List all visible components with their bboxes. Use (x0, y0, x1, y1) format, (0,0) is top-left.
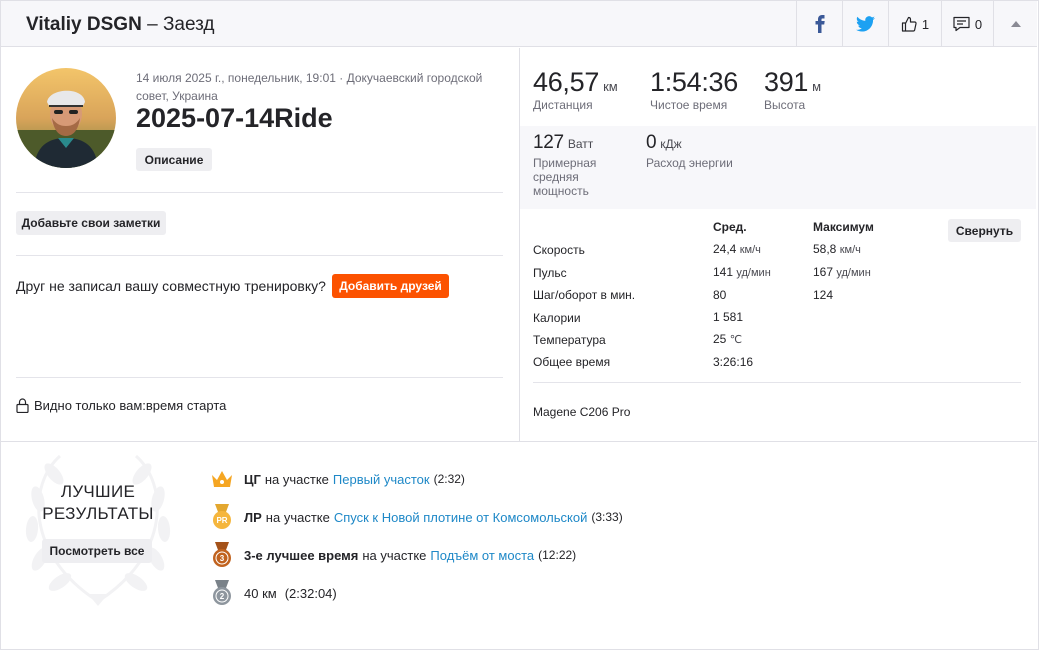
segment-link[interactable]: Спуск к Новой плотине от Комсомольской (334, 510, 588, 525)
page-title: Vitaliy DSGN – Заезд (26, 14, 215, 36)
stat-distance: 46,57 км Дистанция (533, 67, 618, 112)
activity-name: 2025-07-14Ride (136, 103, 333, 133)
comments-button[interactable]: 0 (941, 1, 993, 47)
kudos-button[interactable]: 1 (888, 1, 941, 47)
crown-icon (210, 466, 234, 492)
stat-power: 127 Ватт Примерная средняя мощность (533, 132, 596, 198)
athlete-name-link[interactable]: Vitaliy DSGN (26, 14, 142, 35)
achievement-item: 2 40 км (2:32:04) (210, 580, 337, 606)
lock-icon (16, 398, 29, 413)
add-notes-button[interactable]: Добавьте свои заметки (16, 211, 166, 235)
visibility-note[interactable]: Видно только вам: время старта (16, 398, 226, 413)
row-label: Температура (533, 333, 606, 347)
add-friends-button[interactable]: Добавить друзей (332, 274, 449, 298)
achievement-item: 3 3-е лучшее время на участке Подъём от мо… (210, 542, 576, 568)
distance-label: Дистанция (533, 98, 593, 112)
divider (16, 377, 503, 378)
row-avg: 3:26:16 (713, 355, 754, 369)
column-header-avg: Сред. (713, 220, 747, 234)
row-max: 58,8 км/ч (813, 242, 861, 256)
friend-prompt: Друг не записал вашу совместную трениров… (16, 278, 326, 294)
elevation-label: Высота (764, 98, 806, 112)
row-avg: 25 ℃ (713, 332, 743, 346)
share-twitter-button[interactable] (842, 1, 888, 47)
comments-count: 0 (974, 16, 983, 32)
collapse-header-button[interactable] (993, 1, 1037, 47)
comment-icon (953, 16, 970, 32)
divider (533, 382, 1021, 383)
row-avg: 80 (713, 288, 727, 302)
stat-energy: 0 кДж Расход энергии (646, 132, 733, 170)
twitter-icon (856, 16, 875, 32)
segment-link[interactable]: Подъём от моста (430, 548, 534, 563)
power-label-3: мощность (533, 184, 589, 198)
laurel-wreath-icon (25, 454, 171, 606)
moving-time-value: 1:54:36 (650, 67, 738, 97)
silver-medal-icon: 2 (210, 580, 234, 606)
row-max: 167 уд/мин (813, 265, 871, 279)
stat-moving-time: 1:54:36 Чистое время (650, 67, 738, 112)
see-all-button[interactable]: Посмотреть все (42, 539, 152, 563)
row-avg: 24,4 км/ч (713, 242, 761, 256)
power-label-2: средняя (533, 170, 579, 184)
description-button[interactable]: Описание (136, 148, 212, 171)
section-divider (1, 441, 1037, 442)
energy-value: 0 (646, 132, 657, 153)
divider (16, 255, 503, 256)
distance-value: 46,57 (533, 67, 600, 97)
thumbs-up-icon (901, 16, 917, 32)
visibility-prefix: Видно только вам: (34, 398, 146, 413)
row-label: Калории (533, 311, 581, 325)
best-results-title: ЛУЧШИЕ РЕЗУЛЬТАТЫ (42, 482, 154, 523)
divider (16, 192, 503, 193)
row-avg: 1 581 (713, 310, 744, 324)
segment-link[interactable]: Первый участок (333, 472, 430, 487)
visibility-value: время старта (145, 398, 227, 413)
activity-type: – Заезд (147, 14, 215, 35)
chevron-up-icon (1010, 21, 1021, 27)
row-max: 124 (813, 288, 834, 302)
avatar[interactable] (16, 68, 116, 168)
kudos-count: 1 (921, 16, 930, 32)
collapse-button[interactable]: Свернуть (948, 219, 1021, 242)
column-divider (519, 48, 520, 441)
row-label: Общее время (533, 355, 611, 369)
svg-text:PR: PR (216, 516, 227, 525)
secondary-stats-band (520, 126, 1036, 209)
moving-time-label: Чистое время (650, 98, 728, 112)
column-header-max: Максимум (813, 220, 874, 234)
energy-unit: кДж (660, 137, 682, 151)
stat-elevation: 391 м Высота (764, 67, 821, 112)
power-unit: Ватт (567, 137, 594, 151)
power-value: 127 (533, 132, 564, 153)
achievement-item: PR ЛР на участке Спуск к Новой плотине от … (210, 504, 623, 530)
activity-date-location: 14 июля 2025 г., понедельник, 19:01 · До… (136, 71, 483, 103)
device-name: Magene C206 Pro (533, 405, 631, 419)
svg-text:3: 3 (220, 554, 225, 563)
share-facebook-button[interactable] (796, 1, 842, 47)
facebook-icon (815, 15, 825, 33)
svg-text:2: 2 (220, 592, 225, 601)
elevation-unit: м (812, 79, 822, 94)
activity-header: Vitaliy DSGN – Заезд 1 0 (1, 1, 1037, 47)
row-avg: 141 уд/мин (713, 265, 771, 279)
bronze-medal-icon: 3 (210, 542, 234, 568)
row-label: Скорость (533, 243, 585, 257)
pr-medal-icon: PR (210, 504, 234, 530)
energy-label: Расход энергии (646, 156, 733, 170)
row-label: Пульс (533, 266, 567, 280)
elevation-value: 391 (764, 67, 809, 97)
distance-unit: км (603, 79, 618, 94)
row-label: Шаг/оборот в мин. (533, 288, 636, 302)
power-label-1: Примерная (533, 156, 597, 170)
achievement-item: ЦГ на участке Первый участок (2:32) (210, 466, 465, 492)
